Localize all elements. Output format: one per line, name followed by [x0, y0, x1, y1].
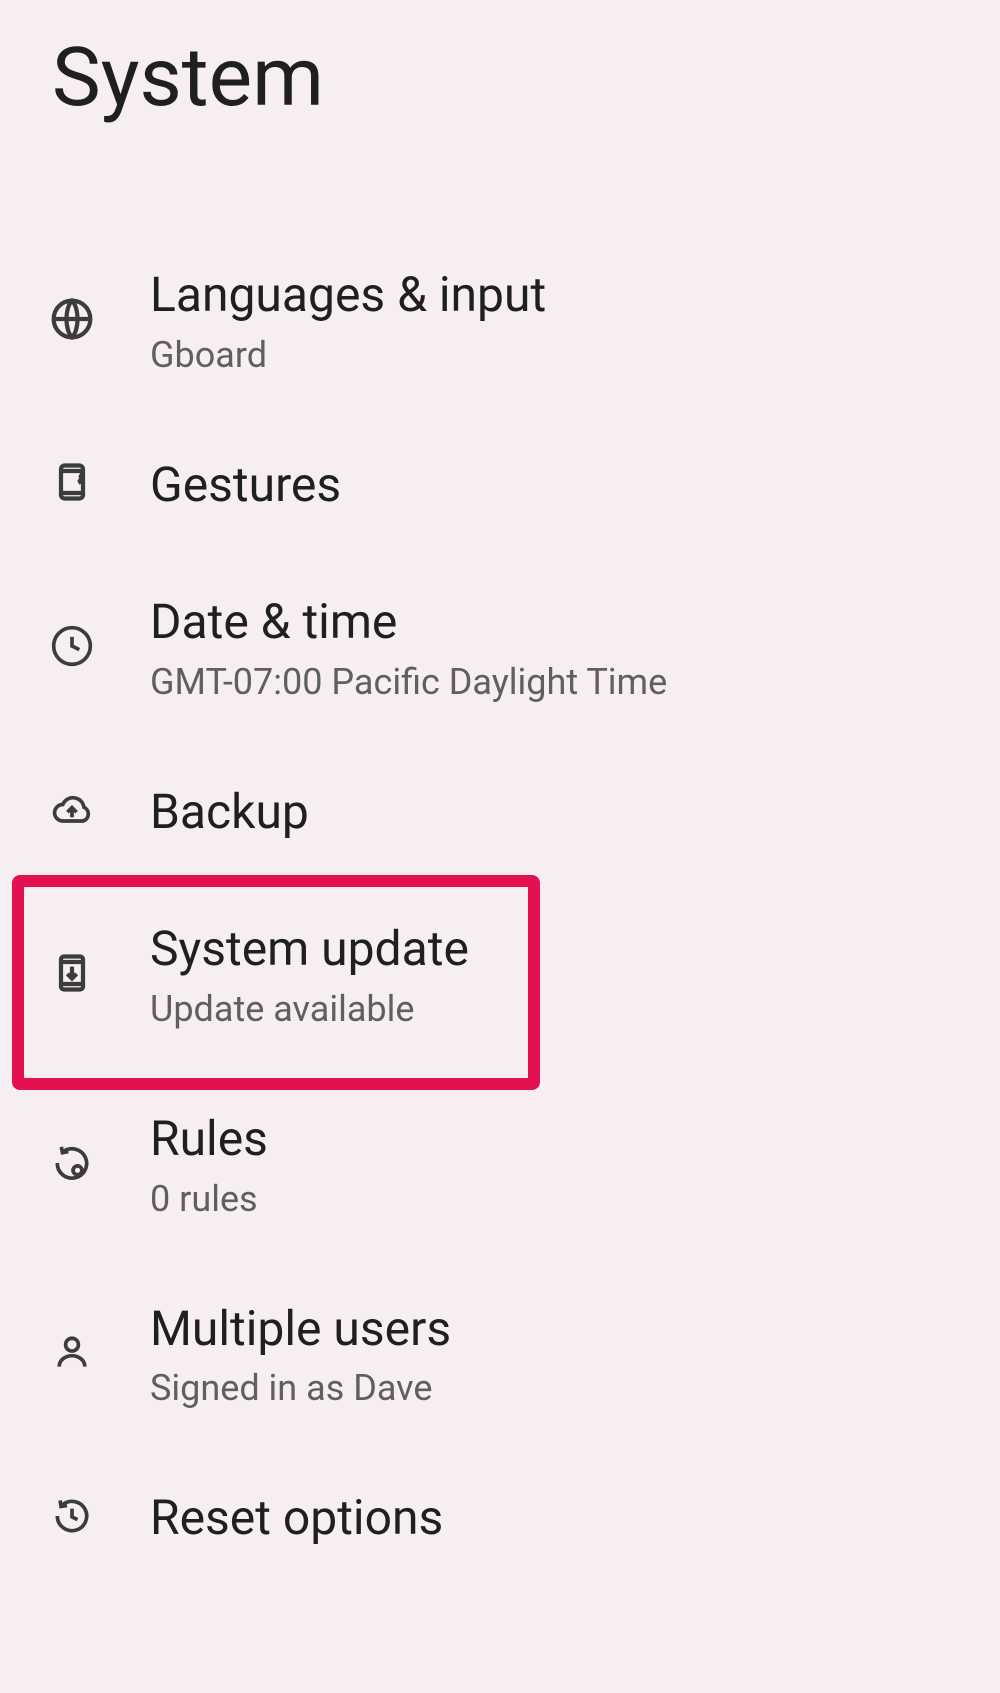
item-rules[interactable]: Rules 0 rules: [0, 1070, 1000, 1260]
system-update-icon: [50, 951, 94, 999]
item-subtitle: Signed in as Dave: [150, 1367, 451, 1409]
history-icon: [50, 1494, 94, 1542]
cloud-upload-icon: [50, 788, 94, 836]
item-title: Multiple users: [150, 1300, 451, 1358]
item-title: Rules: [150, 1110, 268, 1168]
page-title: System: [0, 0, 1000, 126]
item-reset-options[interactable]: Reset options: [0, 1449, 1000, 1587]
item-subtitle: 0 rules: [150, 1178, 268, 1220]
item-subtitle: Update available: [150, 988, 469, 1030]
item-date-time[interactable]: Date & time GMT-07:00 Pacific Daylight T…: [0, 553, 1000, 743]
item-title: Backup: [150, 783, 309, 841]
item-gestures[interactable]: Gestures: [0, 416, 1000, 554]
item-languages-input[interactable]: Languages & input Gboard: [0, 226, 1000, 416]
clock-icon: [50, 624, 94, 672]
item-title: Date & time: [150, 593, 667, 651]
item-title: Reset options: [150, 1489, 443, 1547]
settings-list: Languages & input Gboard Gestures: [0, 226, 1000, 1587]
globe-icon: [50, 297, 94, 345]
item-subtitle: GMT-07:00 Pacific Daylight Time: [150, 661, 667, 703]
rules-icon: [50, 1141, 94, 1189]
item-system-update[interactable]: System update Update available: [0, 880, 1000, 1070]
item-backup[interactable]: Backup: [0, 743, 1000, 881]
gestures-icon: [50, 460, 94, 508]
item-title: System update: [150, 920, 469, 978]
item-title: Languages & input: [150, 266, 546, 324]
item-title: Gestures: [150, 456, 341, 514]
item-subtitle: Gboard: [150, 334, 546, 376]
person-icon: [50, 1330, 94, 1378]
item-multiple-users[interactable]: Multiple users Signed in as Dave: [0, 1260, 1000, 1450]
